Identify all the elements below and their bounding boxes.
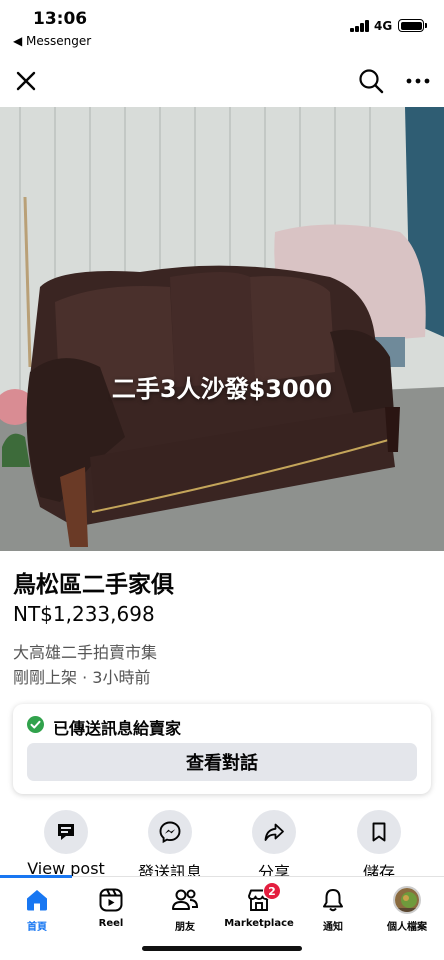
listing-title: 鳥松區二手家俱 xyxy=(13,572,174,598)
send-message-button[interactable]: 發送訊息 xyxy=(120,810,220,876)
check-circle-icon xyxy=(27,716,44,733)
tab-home[interactable]: 首頁 xyxy=(0,885,74,933)
view-post-button[interactable]: View post xyxy=(16,810,116,876)
more-button[interactable] xyxy=(401,64,435,98)
share-label: 分享 xyxy=(257,863,290,876)
share-button[interactable]: 分享 xyxy=(224,810,324,876)
view-conversation-button[interactable]: 查看對話 xyxy=(27,743,417,781)
send-message-label: 發送訊息 xyxy=(137,863,202,876)
message-sent-card: 已傳送訊息給賣家 查看對話 xyxy=(13,704,431,794)
messenger-icon xyxy=(159,821,181,844)
tab-home-label: 首頁 xyxy=(27,922,47,933)
more-icon xyxy=(406,78,430,84)
view-post-icon xyxy=(58,824,74,840)
close-button[interactable] xyxy=(9,64,43,98)
tab-friends-label: 朋友 xyxy=(175,922,195,933)
save-label: 儲存 xyxy=(362,863,395,876)
reel-icon xyxy=(99,888,123,912)
message-sent-status: 已傳送訊息給賣家 xyxy=(53,719,182,738)
signal-icon xyxy=(350,20,370,32)
search-button[interactable] xyxy=(354,64,388,98)
save-button[interactable]: 儲存 xyxy=(329,810,429,876)
tab-notifications-label: 通知 xyxy=(323,922,343,933)
action-row: View post 發送訊息 分享 儲存 xyxy=(0,810,444,876)
listing-price: NT$1,233,698 xyxy=(13,602,155,626)
tab-reel[interactable]: Reel xyxy=(74,885,148,929)
marketplace-badge: 2 xyxy=(263,882,281,900)
bell-icon xyxy=(323,889,343,912)
view-post-label: View post xyxy=(27,859,105,876)
tab-profile[interactable]: 個人檔案 xyxy=(370,885,444,933)
listing-group-link[interactable]: 大高雄二手拍賣市集 xyxy=(13,639,157,663)
sofa-photo xyxy=(0,107,444,551)
tab-notifications[interactable]: 通知 xyxy=(296,885,370,933)
top-nav xyxy=(0,58,444,104)
close-icon xyxy=(16,71,36,91)
search-icon xyxy=(359,69,384,94)
listing-posted-time: 剛剛上架 · 3小時前 xyxy=(13,668,151,687)
back-to-messenger-link[interactable]: ◀ Messenger xyxy=(13,34,91,48)
tab-profile-label: 個人檔案 xyxy=(387,922,427,933)
bookmark-icon xyxy=(372,822,386,842)
network-label: 4G xyxy=(374,19,393,33)
tab-friends[interactable]: 朋友 xyxy=(148,885,222,933)
photo-caption: 二手3人沙發$3000 xyxy=(111,375,333,403)
status-bar: 13:06 ◀ Messenger 4G xyxy=(0,0,444,54)
profile-avatar xyxy=(393,886,421,914)
listing-photo[interactable]: 二手3人沙發$3000 xyxy=(0,107,444,551)
tab-marketplace-label: Marketplace xyxy=(224,918,294,929)
tab-marketplace[interactable]: 2 Marketplace xyxy=(222,882,296,929)
home-icon xyxy=(27,890,47,911)
home-indicator xyxy=(142,946,302,951)
battery-icon xyxy=(398,19,427,32)
active-tab-indicator xyxy=(0,875,72,878)
status-time: 13:06 xyxy=(33,9,88,29)
share-icon xyxy=(264,823,284,841)
tab-reel-label: Reel xyxy=(98,918,124,929)
friends-icon xyxy=(172,889,199,910)
